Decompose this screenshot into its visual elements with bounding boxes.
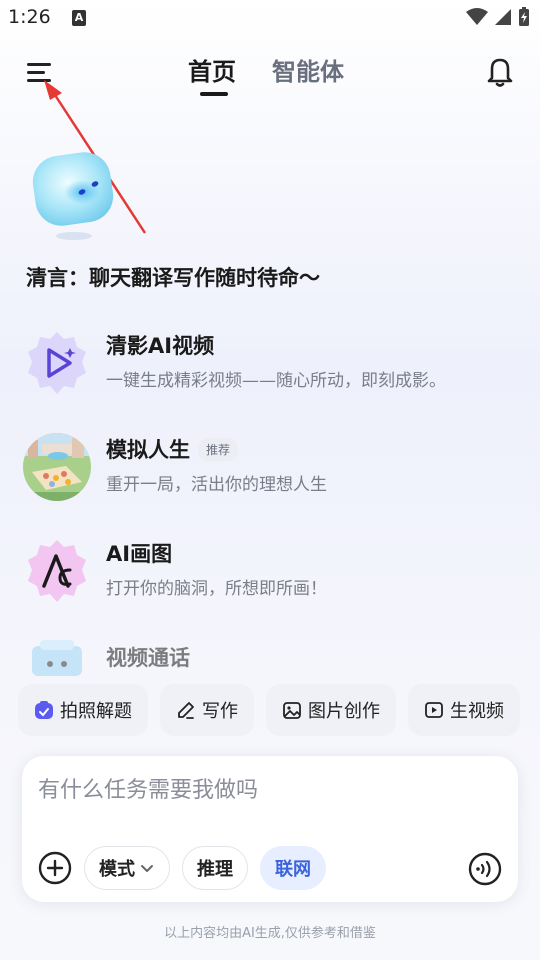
reasoning-toggle[interactable]: 推理 (182, 846, 248, 890)
pen-icon (178, 702, 194, 719)
chip-photo-solve[interactable]: 拍照解题 (18, 684, 148, 736)
list-item-life-sim[interactable]: 模拟人生 推荐 重开一局，活出你的理想人生 (0, 424, 540, 504)
ai-draw-icon (22, 536, 92, 606)
video-generate-icon (425, 702, 443, 718)
reasoning-label: 推理 (197, 859, 233, 880)
life-sim-thumbnail (22, 432, 92, 502)
chip-image-create[interactable]: 图片创作 (266, 684, 396, 736)
agent-title: 视频通话 (106, 642, 190, 672)
chip-writing[interactable]: 写作 (160, 684, 254, 736)
tab-home-label: 首页 (188, 58, 236, 86)
image-create-icon (283, 702, 301, 719)
ai-disclaimer: 以上内容均由AI生成,仅供参考和借鉴 (164, 926, 376, 941)
top-tabs: 首页 智能体 (188, 52, 344, 96)
recommend-badge: 推荐 (198, 437, 239, 461)
agent-title-text: AI画图 (106, 542, 173, 566)
agent-title-text: 模拟人生 (106, 438, 190, 462)
agent-desc: 重开一局，活出你的理想人生 (106, 475, 327, 495)
greeting-text: 清言：聊天翻译写作随时待命～ (26, 266, 320, 290)
chip-label: 图片创作 (308, 701, 380, 722)
agent-title: 模拟人生 推荐 (106, 434, 239, 464)
composer-controls: 模式 推理 联网 (38, 846, 326, 890)
agent-desc: 打开你的脑洞，所想即所画！ (106, 579, 327, 599)
photo-solve-icon (35, 701, 53, 719)
tab-agents[interactable]: 智能体 (272, 52, 344, 87)
chat-composer: 模式 推理 联网 (22, 756, 518, 902)
header: 首页 智能体 (0, 44, 540, 104)
mode-label: 模式 (99, 859, 135, 880)
status-time: 1:26 (8, 6, 51, 28)
notification-a-icon: A (72, 10, 86, 26)
chip-video-generate[interactable]: 生视频 (408, 684, 520, 736)
mascot-avatar (24, 148, 124, 248)
tab-home[interactable]: 首页 (188, 52, 236, 96)
chat-input[interactable] (38, 778, 478, 803)
agent-title-text: 清影AI视频 (106, 334, 215, 358)
video-play-icon (22, 328, 92, 398)
list-item-video-gen[interactable]: 清影AI视频 一键生成精彩视频——随心所动，即刻成影。 (0, 320, 540, 400)
voice-input-icon[interactable] (468, 852, 502, 886)
tab-agents-label: 智能体 (272, 58, 344, 86)
list-item-ai-draw[interactable]: AI画图 打开你的脑洞，所想即所画！ (0, 528, 540, 608)
agent-desc: 一键生成精彩视频——随心所动，即刻成影。 (106, 371, 446, 391)
battery-charging-icon (519, 7, 529, 26)
agent-title: AI画图 (106, 538, 172, 568)
wifi-icon (466, 8, 488, 25)
add-attachment-icon[interactable] (38, 851, 72, 885)
chip-label: 生视频 (450, 701, 504, 722)
tab-active-underline (200, 92, 228, 96)
mode-dropdown[interactable]: 模式 (84, 846, 170, 890)
signal-icon (495, 9, 511, 25)
quick-actions: 拍照解题 写作 图片创作 生视频 (18, 684, 540, 736)
status-bar: 1:26 A (0, 0, 540, 36)
chip-label: 写作 (202, 701, 238, 722)
bell-icon[interactable] (484, 54, 516, 88)
hamburger-menu-icon[interactable] (24, 56, 56, 88)
status-icons (466, 7, 530, 27)
agent-title: 清影AI视频 (106, 330, 214, 360)
web-search-label: 联网 (275, 859, 311, 880)
web-search-toggle[interactable]: 联网 (260, 846, 326, 890)
agent-title-text: 视频通话 (106, 646, 190, 670)
chip-label: 拍照解题 (60, 701, 132, 722)
chevron-down-icon (141, 865, 153, 872)
